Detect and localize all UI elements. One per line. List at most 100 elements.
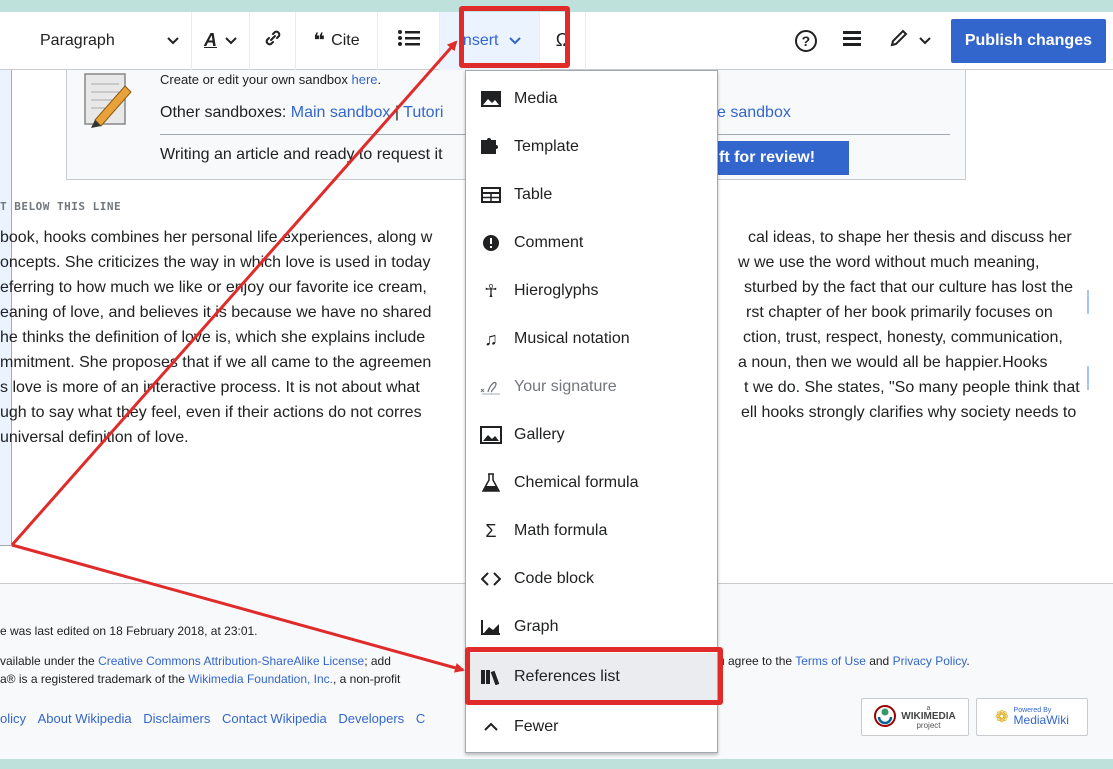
publish-changes-button[interactable]: Publish changes (950, 18, 1106, 63)
license-text: vailable under the Creative Commons Attr… (0, 654, 391, 668)
music-icon: ♫ (484, 328, 498, 349)
contact-wikipedia-link[interactable]: Contact Wikipedia (222, 711, 327, 726)
terms-of-use-link[interactable]: Terms of Use (795, 654, 866, 668)
article-line: oncepts. She criticizes the way in which… (0, 254, 431, 271)
menu-item-label: Media (514, 90, 558, 107)
other-sandbox-link[interactable]: e sandbox (717, 104, 791, 122)
help-button[interactable]: ? (783, 12, 829, 70)
article-line: book, hooks combines her personal life e… (0, 229, 433, 246)
submit-draft-review-button[interactable]: ft for review! (717, 141, 849, 175)
article-line-right: rst chapter of her book primarily focuse… (746, 304, 1053, 321)
change-marker (1087, 366, 1089, 390)
hamburger-icon (842, 29, 861, 52)
article-line: universal definition of love. (0, 429, 189, 446)
menu-item-label: Chemical formula (514, 474, 639, 491)
main-sandbox-link[interactable]: Main sandbox (291, 104, 391, 121)
wikimedia-logo-text: WIKIMEDIA (901, 710, 956, 722)
wikimedia-logo-sub: project (916, 720, 941, 730)
menu-item-label: Table (514, 186, 553, 203)
bottom-strip (0, 759, 1113, 769)
article-line-right: sturbed by the fact that our culture has… (744, 279, 1074, 296)
menu-item-musical-notation[interactable]: ♫ Musical notation (466, 315, 717, 363)
mediawiki-logo[interactable]: ❁ Powered By MediaWiki (976, 698, 1088, 736)
menu-item-table[interactable]: Table (466, 171, 717, 219)
article-line: s love is more of an interactive process… (0, 379, 420, 396)
table-icon (480, 184, 502, 206)
references-highlight-box (465, 647, 723, 705)
link-icon (263, 28, 283, 53)
menu-item-template[interactable]: Template (466, 123, 717, 171)
menu-item-label: Fewer (514, 718, 559, 735)
last-edited-text: e was last edited on 18 February 2018, a… (0, 624, 258, 638)
wikimedia-foundation-link[interactable]: Wikimedia Foundation, Inc. (188, 672, 333, 686)
menu-item-fewer[interactable]: Fewer (466, 703, 717, 751)
trademark-suffix: , a non-profit (333, 672, 401, 686)
sandbox-line-create: Create or edit your own sandbox here. (160, 72, 381, 87)
menu-item-label: Comment (514, 234, 584, 251)
menu-item-code-block[interactable]: Code block (466, 555, 717, 603)
article-line-right: cal ideas, to shape her thesis and discu… (748, 229, 1072, 246)
cookie-statement-link[interactable]: C (416, 711, 425, 726)
sandbox-request-text: Writing an article and ready to request … (160, 146, 443, 163)
edit-mode-dropdown[interactable] (875, 12, 945, 70)
tutorial-sandbox-link[interactable]: Tutori (403, 104, 443, 121)
notepad-pencil-icon (81, 72, 135, 128)
article-line: eferring to how much we like or enjoy ou… (0, 279, 427, 296)
article-line: ugh to say what they feel, even if their… (0, 404, 422, 421)
sandbox-here-link[interactable]: here (352, 72, 378, 87)
menu-item-label: Hieroglyphs (514, 282, 599, 299)
gallery-icon (480, 424, 502, 446)
chevron-down-icon (919, 34, 931, 48)
footer-links: olicy About Wikipedia Disclaimers Contac… (0, 711, 425, 726)
menu-item-hieroglyphs[interactable]: ☥ Hieroglyphs (466, 267, 717, 315)
cite-button[interactable]: ❝ Cite (296, 11, 378, 70)
sandbox-line-other: Other sandboxes: Main sandbox | Tutori (160, 104, 443, 122)
image-icon (480, 88, 502, 110)
text-style-dropdown[interactable]: A (192, 11, 250, 70)
menu-item-chemical-formula[interactable]: Chemical formula (466, 459, 717, 507)
article-line-right: ction, trust, respect, honesty, communic… (743, 329, 1063, 346)
wikimedia-project-logo[interactable]: a WIKIMEDIA project (861, 698, 969, 736)
disclaimers-link[interactable]: Disclaimers (143, 711, 210, 726)
article-line-right: ell hooks strongly clarifies why society… (741, 404, 1077, 421)
bullet-list-icon (397, 28, 421, 53)
menu-item-comment[interactable]: Comment (466, 219, 717, 267)
menu-item-graph[interactable]: Graph (466, 603, 717, 651)
chevron-down-icon (167, 34, 179, 48)
pencil-icon (889, 28, 909, 53)
trademark-prefix: a® is a registered trademark of the (0, 672, 189, 686)
privacy-policy-link[interactable]: Privacy Policy (893, 654, 967, 668)
article-line-right: a noun, then we would all be happier.Hoo… (738, 354, 1048, 371)
chevron-down-icon (225, 34, 237, 48)
comment-icon (480, 232, 502, 254)
wikimedia-logo-icon (874, 704, 897, 730)
page-options-button[interactable] (829, 12, 875, 70)
list-dropdown[interactable] (378, 11, 440, 70)
privacy-policy-footer-link[interactable]: olicy (0, 711, 26, 726)
article-line-right: t we do. She states, "So many people thi… (744, 379, 1080, 396)
menu-item-your-signature[interactable]: Your signature (466, 363, 717, 411)
terms-text: u agree to the Terms of Use and Privacy … (718, 654, 970, 668)
sandbox-create-text: Create or edit your own sandbox (160, 72, 352, 87)
quote-icon: ❝ (313, 30, 326, 52)
paragraph-format-dropdown[interactable]: Paragraph (0, 11, 192, 70)
menu-item-math-formula[interactable]: Σ Math formula (466, 507, 717, 555)
developers-link[interactable]: Developers (338, 711, 404, 726)
mediawiki-logo-icon: ❁ (995, 709, 1009, 726)
terms-prefix: u agree to the (718, 654, 796, 668)
article-line: mmitment. She proposes that if we all ca… (0, 354, 432, 371)
article-line-right: w we use the word without much meaning, (738, 254, 1040, 271)
link-button[interactable] (250, 11, 296, 70)
menu-item-gallery[interactable]: Gallery (466, 411, 717, 459)
article-line: eaning of love, and believes it is becau… (0, 304, 432, 321)
flask-icon (480, 472, 502, 494)
mediawiki-logo-text: MediaWiki (1013, 713, 1069, 728)
code-icon (480, 568, 502, 590)
menu-item-media[interactable]: Media (466, 75, 717, 123)
about-wikipedia-link[interactable]: About Wikipedia (38, 711, 132, 726)
signature-icon (480, 376, 502, 398)
menu-item-label: Template (514, 138, 579, 155)
paragraph-label: Paragraph (40, 31, 115, 49)
cc-license-link[interactable]: Creative Commons Attribution-ShareAlike … (98, 654, 364, 668)
